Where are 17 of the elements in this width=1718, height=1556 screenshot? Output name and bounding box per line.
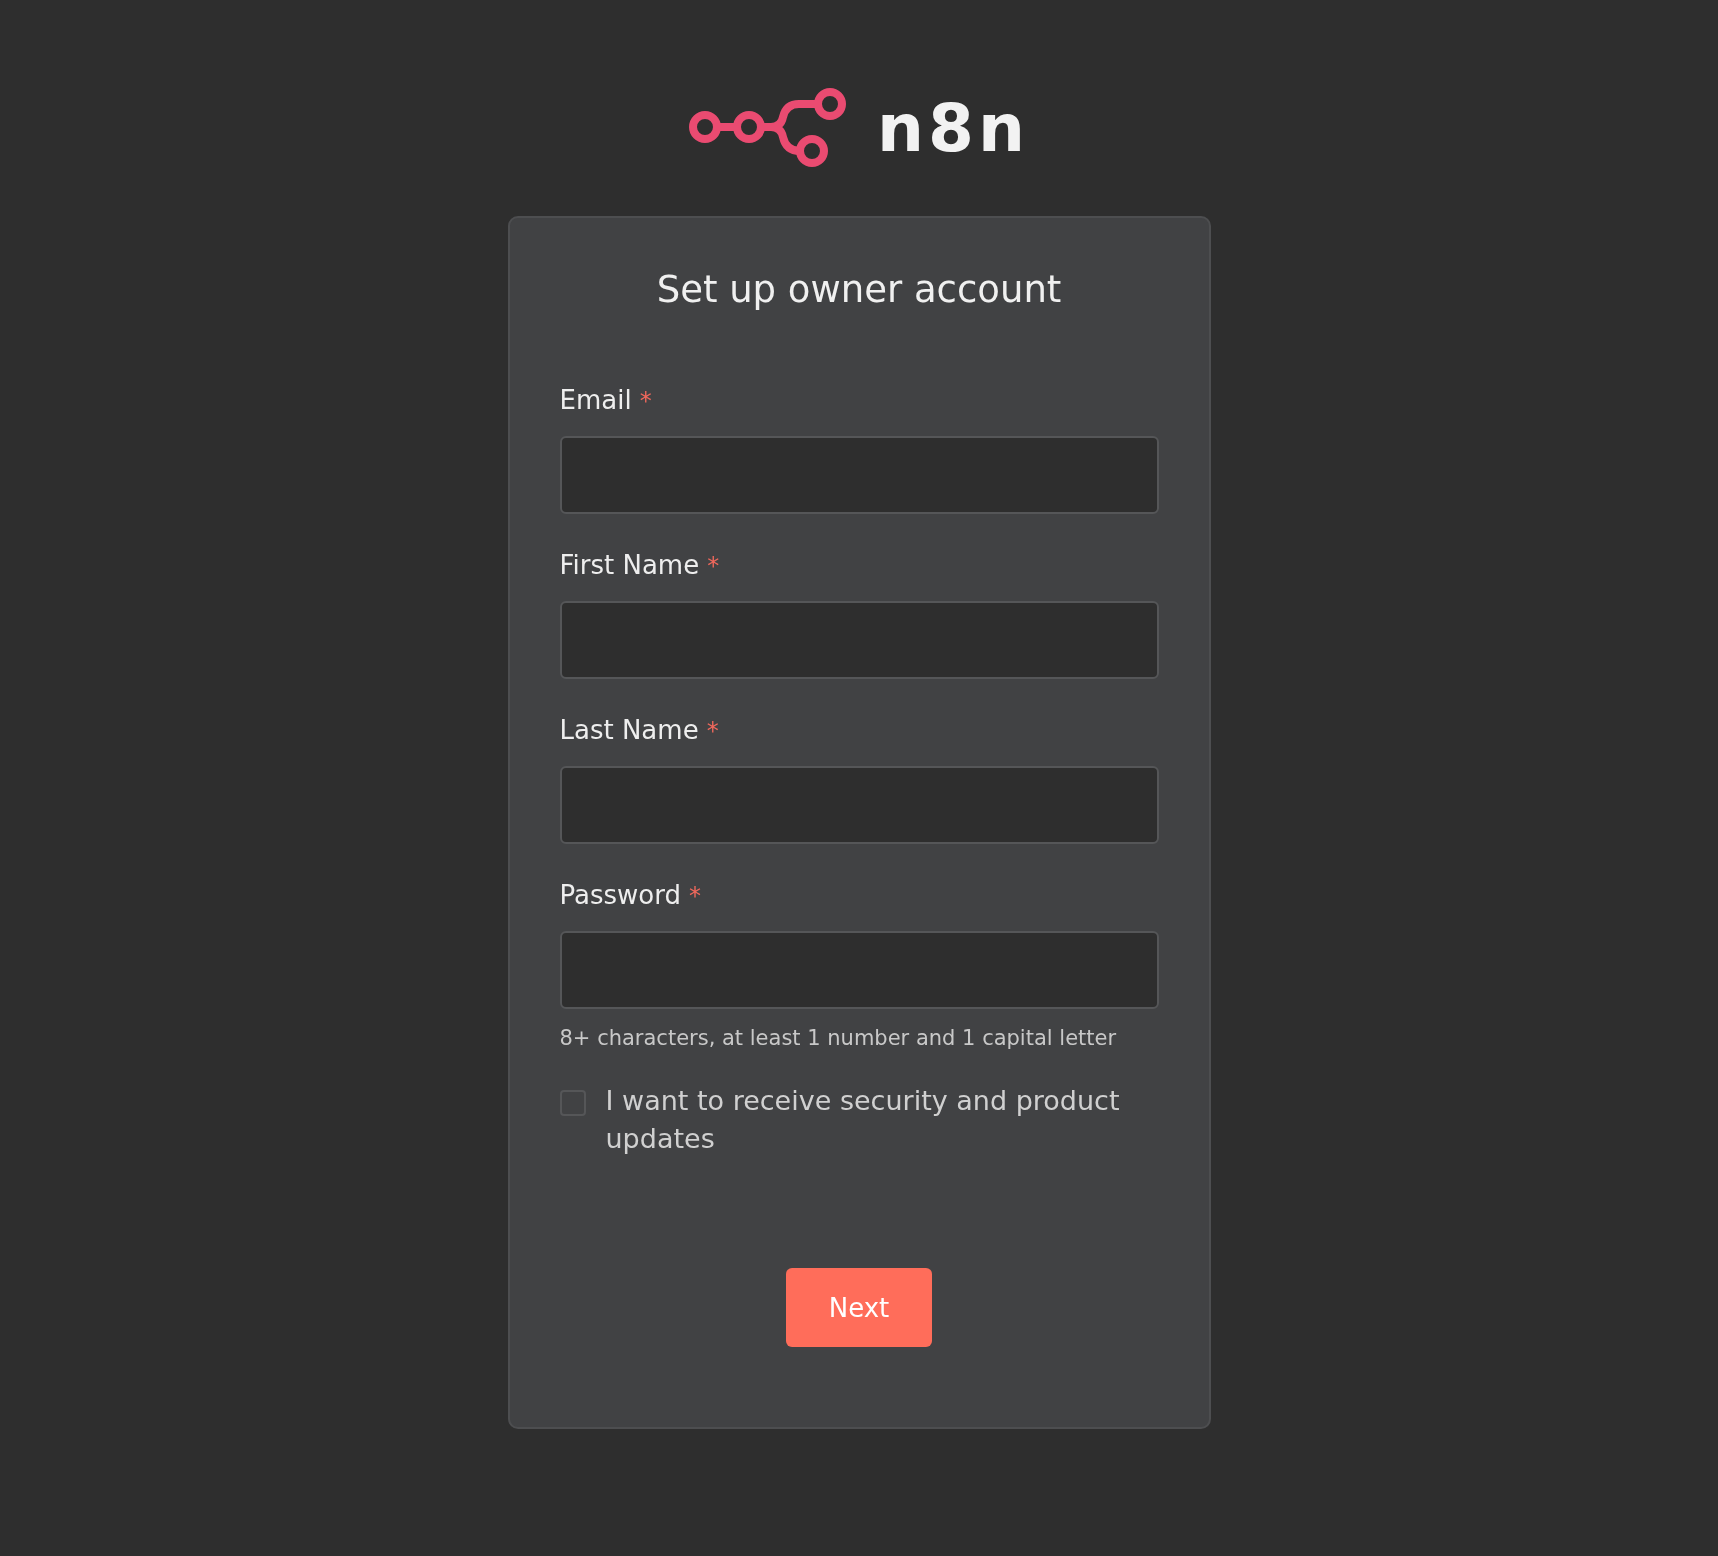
required-mark: *	[688, 882, 701, 910]
required-mark: *	[706, 717, 719, 745]
form-title: Set up owner account	[655, 268, 1063, 311]
next-button[interactable]: Next	[786, 1268, 932, 1347]
input-field[interactable]	[559, 436, 1159, 514]
field-label: Password	[559, 880, 681, 910]
field-label: First Name	[559, 550, 700, 580]
field-label: Last Name	[559, 715, 699, 745]
input-field[interactable]	[559, 931, 1159, 1009]
logo-wordmark: n8n	[877, 96, 1029, 162]
required-mark: *	[639, 387, 652, 415]
input-field[interactable]	[559, 766, 1159, 844]
input-field[interactable]	[559, 601, 1159, 679]
checkbox-label: I want to receive security and product updates	[605, 1084, 1121, 1156]
password-hint: 8+ characters, at least 1 number and 1 capital letter	[559, 1026, 1118, 1050]
field-label: Email	[559, 385, 632, 415]
required-mark: *	[707, 552, 720, 580]
